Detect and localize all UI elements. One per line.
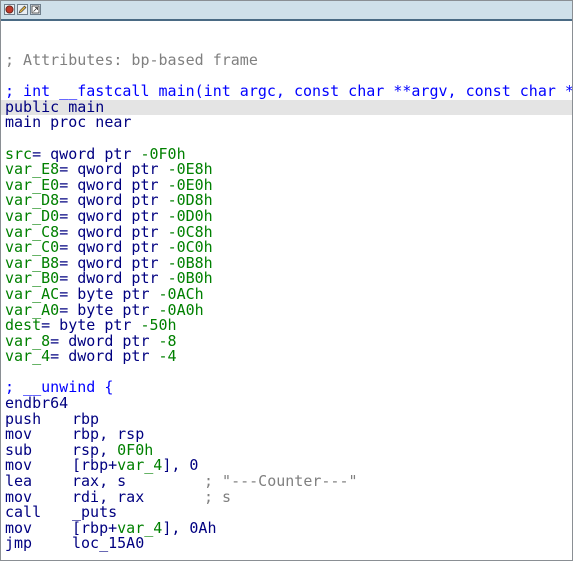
disassembly-window: ; Attributes: bp-based frame ; int __fas… [0, 0, 573, 561]
stack-var-var_4[interactable]: var_4= dword ptr -4 [1, 347, 572, 366]
disassembly-listing[interactable]: ; Attributes: bp-based frame ; int __fas… [1, 25, 572, 560]
unwind-comment: ; __unwind { [5, 378, 114, 397]
operands: loc_15A0 [72, 536, 204, 552]
instruction-jmp[interactable]: jmp loc_15A0 [1, 536, 572, 552]
operand: ], 0 [162, 456, 199, 475]
attributes-comment: ; Attributes: bp-based frame [5, 51, 258, 69]
stack-variables: src= qword ptr -0F0h var_E8= qword ptr -0… [1, 146, 572, 366]
instruction-comment: ; s [204, 487, 232, 506]
proc-declaration[interactable]: main proc near [1, 115, 572, 131]
operand: loc_15A0 [72, 534, 145, 553]
mnemonic: jmp [5, 534, 33, 553]
operand: ], 0Ah [162, 518, 217, 537]
var-offset: -4 [158, 347, 177, 366]
instructions: push rbp mov rbp, rsp sub rsp, 0F0h mov [rbp+va… [1, 411, 572, 552]
window-titlebar [1, 1, 572, 21]
var-name: var_4 [5, 347, 51, 366]
maximize-icon[interactable] [30, 4, 41, 15]
close-icon[interactable] [4, 4, 15, 15]
edit-icon[interactable] [17, 4, 28, 15]
var-type: = dword ptr [50, 347, 159, 366]
